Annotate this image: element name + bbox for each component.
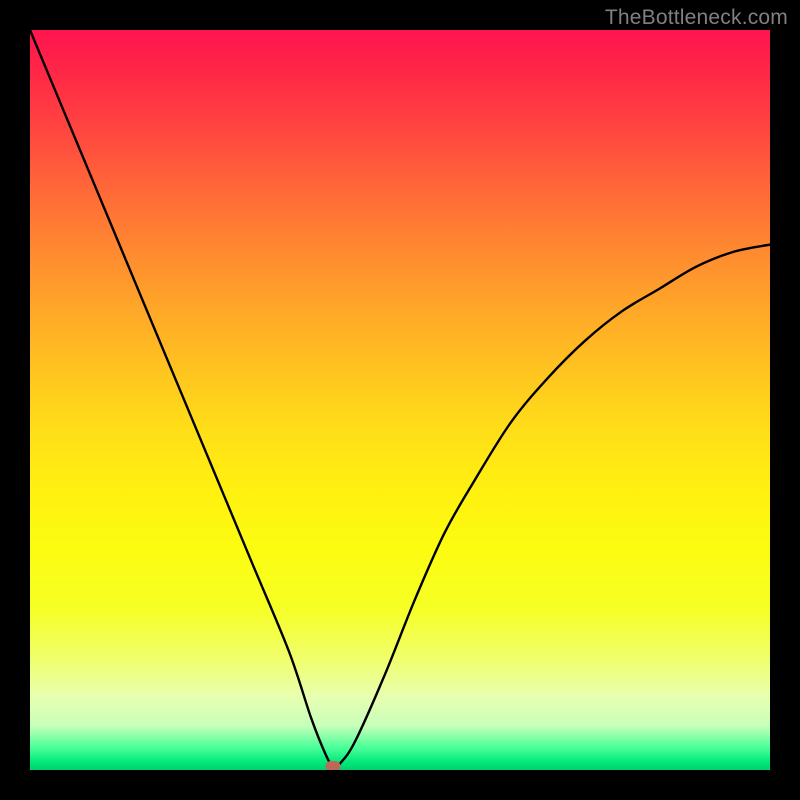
watermark-text: TheBottleneck.com <box>605 6 788 30</box>
chart-frame: TheBottleneck.com <box>0 0 800 800</box>
minimum-marker <box>326 761 341 770</box>
plot-area <box>30 30 770 770</box>
bottleneck-curve <box>30 30 770 770</box>
